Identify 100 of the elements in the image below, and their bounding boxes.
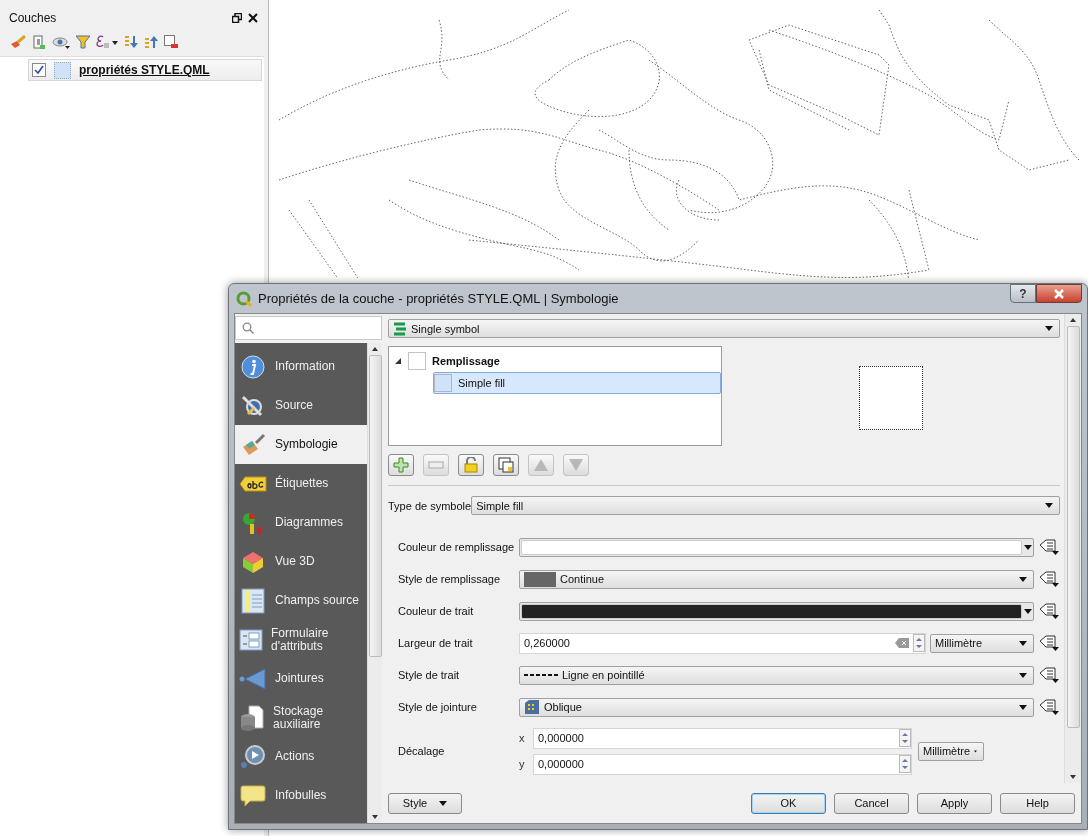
expander-icon[interactable]	[394, 357, 402, 365]
unit-dropdown[interactable]: Millimètre	[930, 633, 1034, 653]
remove-layer-icon[interactable]	[164, 35, 178, 49]
nav-icon	[239, 704, 266, 731]
help-button[interactable]: ?	[1010, 284, 1036, 303]
nav-item[interactable]: Actions	[235, 737, 367, 776]
join-style-icon	[524, 699, 540, 715]
dialog-button[interactable]: Cancel	[834, 792, 909, 814]
nav-item[interactable]: Stockage auxiliaire	[235, 698, 367, 737]
dialog-button[interactable]: OK	[751, 792, 826, 814]
nav-icon	[239, 783, 267, 808]
unit-dropdown[interactable]: Millimètre	[918, 741, 984, 761]
padlock-icon	[464, 457, 478, 473]
tree-tool-button[interactable]	[388, 454, 414, 476]
renderer-dropdown[interactable]: Single symbol	[388, 319, 1060, 338]
spin-arrows-icon[interactable]	[899, 755, 911, 773]
scrollbar[interactable]	[367, 343, 382, 823]
eye-icon[interactable]	[52, 35, 70, 49]
symbol-preview	[859, 366, 923, 430]
fill-style-dropdown[interactable]: Continue	[519, 569, 1034, 589]
data-defined-icon[interactable]	[1038, 538, 1060, 556]
field-label: Style de jointure	[398, 701, 478, 713]
layer-checkbox[interactable]	[32, 63, 46, 77]
expression-icon[interactable]	[96, 35, 118, 49]
tree-tool-button[interactable]	[493, 454, 519, 476]
dashed-line-icon	[524, 673, 558, 677]
spin-arrows-icon[interactable]	[899, 729, 911, 747]
caret-icon	[1019, 576, 1027, 582]
clear-icon[interactable]	[895, 638, 909, 648]
data-defined-icon[interactable]	[1038, 634, 1060, 652]
scrollbar[interactable]	[1064, 314, 1081, 783]
collapse-all-icon[interactable]	[144, 35, 158, 49]
nav-icon	[239, 744, 267, 769]
minus-icon	[428, 461, 444, 469]
field-label: Style de trait	[398, 669, 461, 681]
nav-item[interactable]: Infobulles	[235, 776, 367, 815]
style-button[interactable]: Style	[388, 792, 462, 814]
symbol-tree-item[interactable]: Remplissage	[393, 350, 721, 372]
field-label: Couleur de trait	[398, 605, 475, 617]
nav-item[interactable]: Source	[235, 386, 367, 425]
close-icon	[1053, 288, 1065, 299]
axis-label: y	[519, 758, 526, 770]
layer-name: propriétés STYLE.QML	[79, 63, 210, 77]
line-style-dropdown[interactable]: Ligne en pointillé	[519, 665, 1034, 685]
float-panel-icon[interactable]	[232, 13, 242, 23]
search-field[interactable]	[235, 316, 382, 340]
nav-item[interactable]: Vue 3D	[235, 542, 367, 581]
offset-input[interactable]: 0,000000	[533, 727, 912, 749]
panel-title: Couches	[9, 11, 57, 25]
data-defined-icon[interactable]	[1038, 570, 1060, 588]
field-label: Type de symbole	[388, 499, 472, 512]
caret-icon	[1019, 672, 1027, 678]
add-group-icon[interactable]	[32, 34, 46, 50]
layer-row[interactable]: propriétés STYLE.QML	[28, 59, 262, 81]
close-icon[interactable]	[248, 13, 258, 23]
nav-item[interactable]: Jointures	[235, 659, 367, 698]
caret-icon	[1024, 544, 1032, 550]
up-triangle-icon	[533, 458, 549, 472]
nav-item[interactable]: Information	[235, 347, 367, 386]
nav-item[interactable]: Champs source	[235, 581, 367, 620]
symbol-layer-icon	[434, 374, 452, 392]
symbol-tree-item[interactable]: Simple fill	[433, 372, 721, 394]
color-picker[interactable]	[519, 601, 1034, 621]
axis-label: x	[519, 732, 526, 744]
close-button[interactable]	[1036, 284, 1082, 303]
dialog-button[interactable]: Help	[1000, 792, 1075, 814]
data-defined-icon[interactable]	[1038, 666, 1060, 684]
search-icon	[242, 322, 254, 334]
nav-icon	[239, 628, 263, 651]
caret-icon	[1024, 608, 1032, 614]
filter-icon[interactable]	[76, 35, 90, 49]
dialog-button[interactable]: Apply	[917, 792, 992, 814]
color-picker[interactable]	[519, 537, 1034, 557]
field-label: Style de remplissage	[398, 573, 502, 585]
nav-item[interactable]: Symbologie	[235, 425, 367, 464]
caret-icon	[1045, 503, 1053, 508]
nav-item[interactable]: Étiquettes	[235, 464, 367, 503]
caret-icon	[1019, 640, 1027, 646]
single-symbol-icon	[393, 321, 407, 336]
plus-icon	[393, 457, 409, 473]
window-title: Propriétés de la couche - propriétés STYLE.QML | Symbologie	[258, 291, 620, 306]
expand-all-icon[interactable]	[124, 35, 138, 49]
data-defined-icon[interactable]	[1038, 698, 1060, 716]
symbol-type-dropdown[interactable]: Simple fill	[471, 496, 1060, 515]
symbol-layer-icon	[408, 352, 426, 370]
width-input[interactable]: 0,260000	[519, 632, 926, 654]
caret-icon	[439, 800, 448, 806]
offset-input[interactable]: 0,000000	[533, 753, 912, 775]
caret-icon	[1019, 704, 1027, 710]
paint-brush-icon[interactable]	[10, 35, 26, 49]
nav-item[interactable]: Formulaire d'attributs	[235, 620, 367, 659]
nav-icon	[239, 354, 267, 379]
field-label: Largeur de trait	[398, 637, 474, 649]
spin-arrows-icon[interactable]	[913, 634, 925, 652]
tree-tool-button[interactable]	[458, 454, 484, 476]
duplicate-icon	[498, 457, 514, 473]
nav-item[interactable]: Diagrammes	[235, 503, 367, 542]
data-defined-icon[interactable]	[1038, 602, 1060, 620]
nav-icon	[239, 475, 267, 492]
join-style-dropdown[interactable]: Oblique	[519, 697, 1034, 717]
